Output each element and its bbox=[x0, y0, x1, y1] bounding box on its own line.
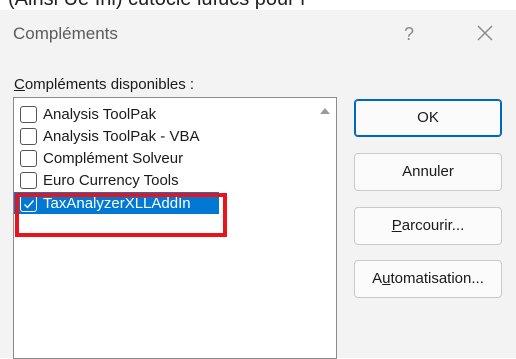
list-item-euro-currency-tools[interactable]: Euro Currency Tools bbox=[14, 169, 219, 191]
list-item-analysis-toolpak[interactable]: Analysis ToolPak bbox=[14, 103, 219, 125]
label-text: ompléments disponibles : bbox=[24, 76, 195, 93]
available-addins-label: Compléments disponibles : bbox=[14, 76, 194, 93]
annotation-highlight-box bbox=[15, 193, 227, 237]
checkbox[interactable] bbox=[20, 171, 37, 189]
close-button[interactable] bbox=[470, 18, 500, 48]
list-item-label: Analysis ToolPak bbox=[43, 105, 157, 123]
browse-label: arcourir... bbox=[401, 217, 465, 234]
dialog-title: Compléments bbox=[13, 24, 118, 43]
automation-label-rest: tomatisation... bbox=[390, 270, 484, 287]
help-button[interactable]: ? bbox=[398, 20, 420, 48]
list-item-label: Complément Solveur bbox=[43, 149, 184, 167]
cancel-button[interactable]: Annuler bbox=[354, 153, 502, 191]
close-icon bbox=[477, 25, 493, 41]
checkbox[interactable] bbox=[20, 149, 37, 167]
browse-button[interactable]: Parcourir... bbox=[354, 207, 502, 245]
automation-label-start: A bbox=[372, 270, 383, 287]
label-accelerator: C bbox=[14, 76, 25, 93]
browse-accelerator: P bbox=[391, 217, 402, 234]
background-text: (Ainsi Ue Ini) cutocle lufucs pour l bbox=[8, 0, 305, 10]
title-bar: Compléments ? bbox=[0, 10, 516, 60]
addins-dialog: Compléments ? Compléments disponibles : … bbox=[0, 10, 516, 359]
ok-button[interactable]: OK bbox=[354, 99, 502, 137]
list-item-analysis-toolpak-vba[interactable]: Analysis ToolPak - VBA bbox=[14, 125, 219, 147]
list-item-label: Analysis ToolPak - VBA bbox=[43, 127, 200, 145]
background-window-fragment: (Ainsi Ue Ini) cutocle lufucs pour l bbox=[0, 0, 516, 10]
checkbox[interactable] bbox=[20, 105, 37, 123]
scroll-up-arrow-icon[interactable] bbox=[320, 108, 330, 114]
automation-button[interactable]: Automatisation... bbox=[354, 260, 502, 298]
list-item-complement-solveur[interactable]: Complément Solveur bbox=[14, 147, 219, 169]
list-item-label: Euro Currency Tools bbox=[43, 171, 179, 189]
checkbox[interactable] bbox=[20, 127, 37, 145]
